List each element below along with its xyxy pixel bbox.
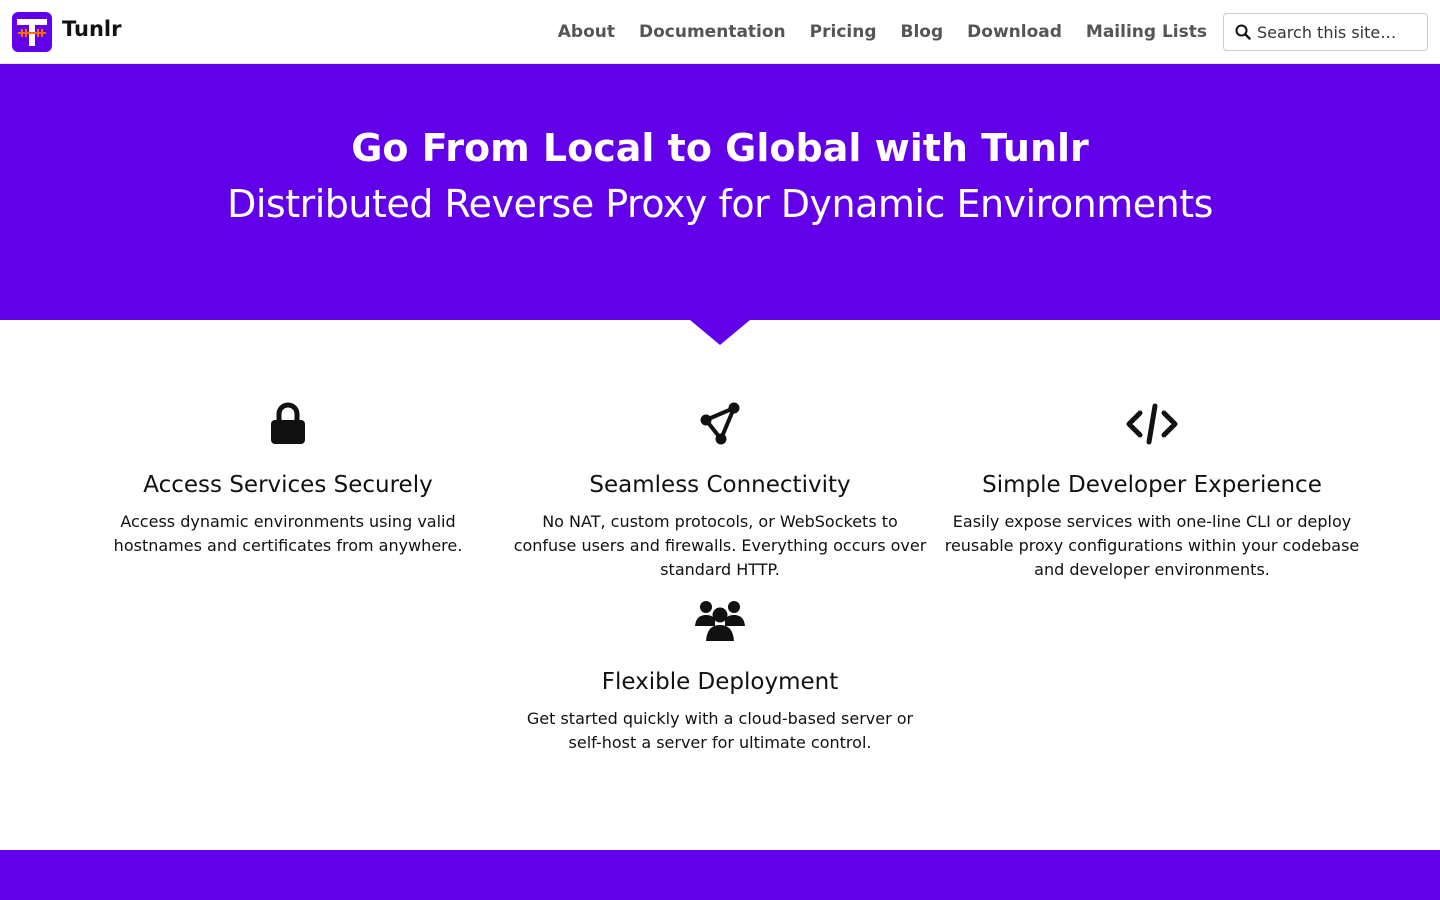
main-nav: About Documentation Pricing Blog Downloa… (534, 0, 1207, 64)
brand-name: Tunlr (62, 17, 122, 41)
feature-seamless-connectivity: Seamless Connectivity No NAT, custom pro… (510, 402, 930, 582)
tunlr-logo-icon (12, 12, 52, 52)
hero-title: Go From Local to Global with Tunlr (351, 126, 1089, 170)
hero-banner: Go From Local to Global with Tunlr Distr… (0, 64, 1440, 320)
users-icon (695, 601, 745, 641)
site-search[interactable] (1223, 13, 1428, 51)
nav-about[interactable]: About (558, 22, 615, 42)
feature-access-securely: Access Services Securely Access dynamic … (78, 402, 498, 558)
feature-title: Flexible Deployment (601, 669, 839, 695)
hero-subtitle: Distributed Reverse Proxy for Dynamic En… (227, 182, 1213, 226)
feature-title: Access Services Securely (143, 472, 433, 498)
footer-band (0, 850, 1440, 900)
brand-home-link[interactable]: Tunlr (12, 12, 121, 52)
feature-title: Simple Developer Experience (982, 472, 1322, 498)
feature-text: Access dynamic environments using valid … (113, 512, 463, 555)
nav-blog[interactable]: Blog (901, 22, 944, 42)
search-icon (1235, 24, 1251, 40)
site-header: Tunlr About Documentation Pricing Blog D… (0, 0, 1440, 64)
feature-text: Easily expose services with one-line CLI… (944, 512, 1360, 579)
feature-title: Seamless Connectivity (589, 472, 851, 498)
feature-flexible-deployment: Flexible Deployment Get started quickly … (510, 599, 930, 755)
nav-download[interactable]: Download (967, 22, 1062, 42)
connectivity-icon (700, 402, 740, 445)
feature-text: Get started quickly with a cloud-based s… (526, 709, 914, 752)
code-icon (1126, 403, 1178, 445)
nav-pricing[interactable]: Pricing (810, 22, 877, 42)
feature-developer-experience: Simple Developer Experience Easily expos… (942, 402, 1362, 582)
feature-text: No NAT, custom protocols, or WebSockets … (513, 512, 927, 579)
lock-icon (271, 402, 305, 444)
hero-arrow-decoration (690, 320, 750, 345)
search-input[interactable] (1257, 22, 1417, 42)
nav-mailing-lists[interactable]: Mailing Lists (1086, 22, 1207, 42)
nav-documentation[interactable]: Documentation (639, 22, 786, 42)
